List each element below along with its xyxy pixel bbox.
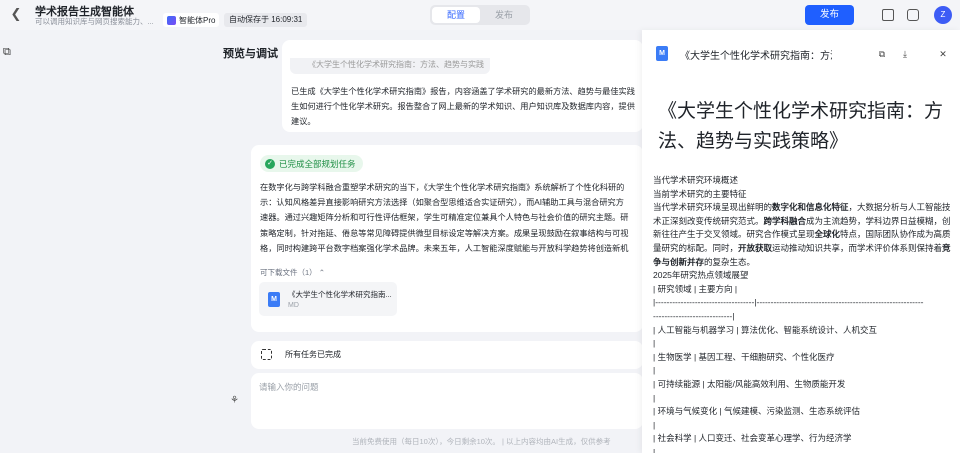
table-cell: 环境与气候变化 (657, 406, 718, 417)
close-icon[interactable]: ✕ (938, 49, 948, 59)
table-cell: 人口变迁、社会变革心理学、行为经济学 (698, 433, 852, 444)
table-cell: 社会科学 (657, 433, 692, 444)
table-cell: 人工智能与机器学习 (657, 324, 735, 335)
table-row-end: | (653, 365, 656, 376)
scan-icon (261, 349, 272, 360)
faded-pill: 《大学生个性化学术研究指南：方法、趋势与实践 (290, 58, 490, 74)
status-badge: ✓ 已完成全部规划任务 (260, 155, 363, 172)
document-heading: 《大学生个性化学术研究指南：方法、趋势与实践策略》 (658, 101, 944, 152)
plan-line: 格，同时构建跨平台数字档案强化学术品牌。未来五年，人工智能深度赋能与开放科学趋势… (260, 243, 629, 253)
table-row: | 环境与气候变化 | 气候建模、污染监测、生态系统评估 (653, 406, 861, 417)
robot-icon[interactable]: ⚘ (228, 394, 241, 407)
document-panel: M 《大学生个性化学术研究指南：方法、趋势与实践策略》 ⧉ ⤓ ✕ 《大学生个性… (642, 30, 960, 453)
tab-config[interactable]: 配置 (432, 7, 480, 23)
avatar[interactable]: Z (934, 6, 952, 24)
downloads-label[interactable]: 可下载文件（1） ⌃ (260, 267, 325, 278)
paragraph-text: 的复杂生态。 (704, 256, 756, 267)
table-header-cell: 研究领域 (657, 283, 692, 294)
status-badge-label: 已完成全部规划任务 (279, 158, 356, 169)
table-cell: 太阳能/风能高效利用、生物质能开发 (707, 378, 846, 389)
table-cell: 算法优化、智能系统设计、人机交互 (741, 324, 878, 335)
subsection-heading: 当前学术研究的主要特征 (653, 188, 747, 199)
back-icon[interactable]: ❮ (9, 7, 23, 21)
summary-line: 生如何进行个性化学术研究。报告整合了网上最新的学术知识、用户知识库及数据库内容，… (291, 102, 635, 112)
agent-badge: 智能体Pro (163, 13, 220, 27)
book-icon[interactable] (882, 9, 894, 21)
document-paragraph: 当代学术研究环境呈现出鲜明的数字化和信息化特征，大数据分析与人工智能技术正深刻改… (653, 201, 953, 269)
summary-line: 已生成《大学生个性化学术研究指南》报告，内容涵盖了学术研究的最新方法、趋势与最佳… (291, 87, 635, 96)
tab-publish[interactable]: 发布 (480, 7, 528, 23)
table-divider: |-----------------------------------|---… (653, 297, 924, 308)
downloads-label-text: 可下载文件（1） (260, 268, 317, 277)
table-row: | 社会科学 | 人口变迁、社会变革心理学、行为经济学 (653, 433, 852, 444)
copy-icon[interactable]: ⧉ (3, 46, 15, 58)
chevron-up-icon: ⌃ (318, 268, 326, 277)
plan-line: 在数字化与跨学科融合重塑学术研究的当下，《大学生个性化学术研究指南》系统解析了个… (260, 183, 625, 192)
table-row: | 可持续能源 | 太阳能/风能高效利用、生物质能开发 (653, 378, 846, 389)
publish-button[interactable]: 发布 (805, 5, 854, 25)
table-row: | 生物医学 | 基因工程、干细胞研究、个性化医疗 (653, 351, 835, 362)
copy-icon[interactable]: ⧉ (877, 49, 887, 59)
bold-text: 跨学科融合 (763, 215, 807, 226)
table-cell: 生物医学 (657, 351, 692, 362)
file-type: MD (288, 302, 299, 309)
page-title: 预览与调试 (223, 48, 278, 60)
document-body: 当代学术研究环境概述 当前学术研究的主要特征 当代学术研究环境呈现出鲜明的数字化… (653, 174, 953, 453)
plan-line: 示：认知风格差异直接影响研究方法选择（如聚合型思维适合实证研究），而AI辅助工具… (260, 198, 624, 208)
section-heading: 当代学术研究环境概述 (653, 175, 739, 185)
table-header: | 研究领域 | 主要方向 | (653, 283, 738, 294)
plan-text: 在数字化与跨学科融合重塑学术研究的当下，《大学生个性化学术研究指南》系统解析了个… (260, 180, 643, 258)
question-input-placeholder: 请输入你的问题 (259, 382, 319, 392)
bold-text: 数字化和信息化特征 (772, 202, 849, 213)
task-status-row: 所有任务已完成 (251, 341, 643, 369)
plan-line: 策略定制，针对拖延、倦怠等常见障碍提供微型目标设定等解决方案。成果呈现鼓励在叙事… (260, 228, 629, 238)
file-name: 《大学生个性化学术研究指南... (288, 290, 392, 299)
table-cell: 基因工程、干细胞研究、个性化医疗 (698, 351, 835, 362)
download-icon[interactable]: ⤓ (900, 49, 910, 59)
table-row-end: | (653, 392, 656, 403)
paragraph-text: 运动推动知识共享，而学术评价体系则保持着 (772, 242, 943, 253)
message-icon[interactable] (907, 9, 919, 21)
summary-text: 已生成《大学生个性化学术研究指南》报告，内容涵盖了学术研究的最新方法、趋势与最佳… (291, 84, 643, 130)
agent-logo-icon (167, 15, 176, 25)
table-title: 2025年研究热点领域展望 (653, 270, 749, 281)
plan-line: 速器。通过兴趣矩阵分析和可行性评估框架，学生可精准定位兼具个人特色与社会价值的研… (260, 213, 629, 223)
footer-notice: 当前免费使用（每日10次），今日剩余10次。 | 以上内容均由AI生成，仅供参考 (352, 437, 611, 446)
autosave-status: 自动保存于 16:09:31 (224, 13, 308, 27)
table-cell: 气候建模、污染监测、生态系统评估 (724, 406, 861, 417)
table-cell: 可持续能源 (657, 378, 701, 389)
document-title: 《大学生个性化学术研究指南：方法、趋势与实践策略》 (680, 51, 832, 62)
markdown-file-icon: M (656, 46, 668, 61)
paragraph-text: 当代学术研究环境呈现出鲜明的 (653, 202, 773, 213)
table-rows: | 人工智能与机器学习 | 算法优化、智能系统设计、人机交互 | | 生物医学 | … (653, 324, 953, 453)
top-bar: ❮ 学术报告生成智能体 可以调用知识库与网页搜索能力、... 智能体Pro 自动… (0, 0, 960, 30)
check-icon: ✓ (265, 158, 275, 169)
agent-badge-label: 智能体Pro (179, 15, 216, 25)
table-row-end: | (653, 419, 656, 430)
app-subtitle: 可以调用知识库与网页搜索能力、... (35, 17, 154, 26)
file-card[interactable]: M 《大学生个性化学术研究指南... MD (259, 282, 397, 316)
bold-text: 全球化 (814, 229, 841, 240)
summary-line: 建议。 (291, 117, 316, 127)
table-row: | 人工智能与机器学习 | 算法优化、智能系统设计、人机交互 (653, 324, 878, 335)
bold-text: 开放获取 (738, 242, 773, 253)
table-row-end: | (653, 446, 656, 453)
task-status-text: 所有任务已完成 (285, 350, 341, 359)
table-divider: ----------------------------| (653, 310, 735, 321)
table-row-end: | (653, 338, 656, 349)
table-header-cell: 主要方向 (698, 283, 733, 294)
mode-switch: 配置 发布 (430, 5, 530, 25)
question-input[interactable]: 请输入你的问题 (251, 373, 643, 429)
markdown-file-icon: M (268, 292, 280, 307)
